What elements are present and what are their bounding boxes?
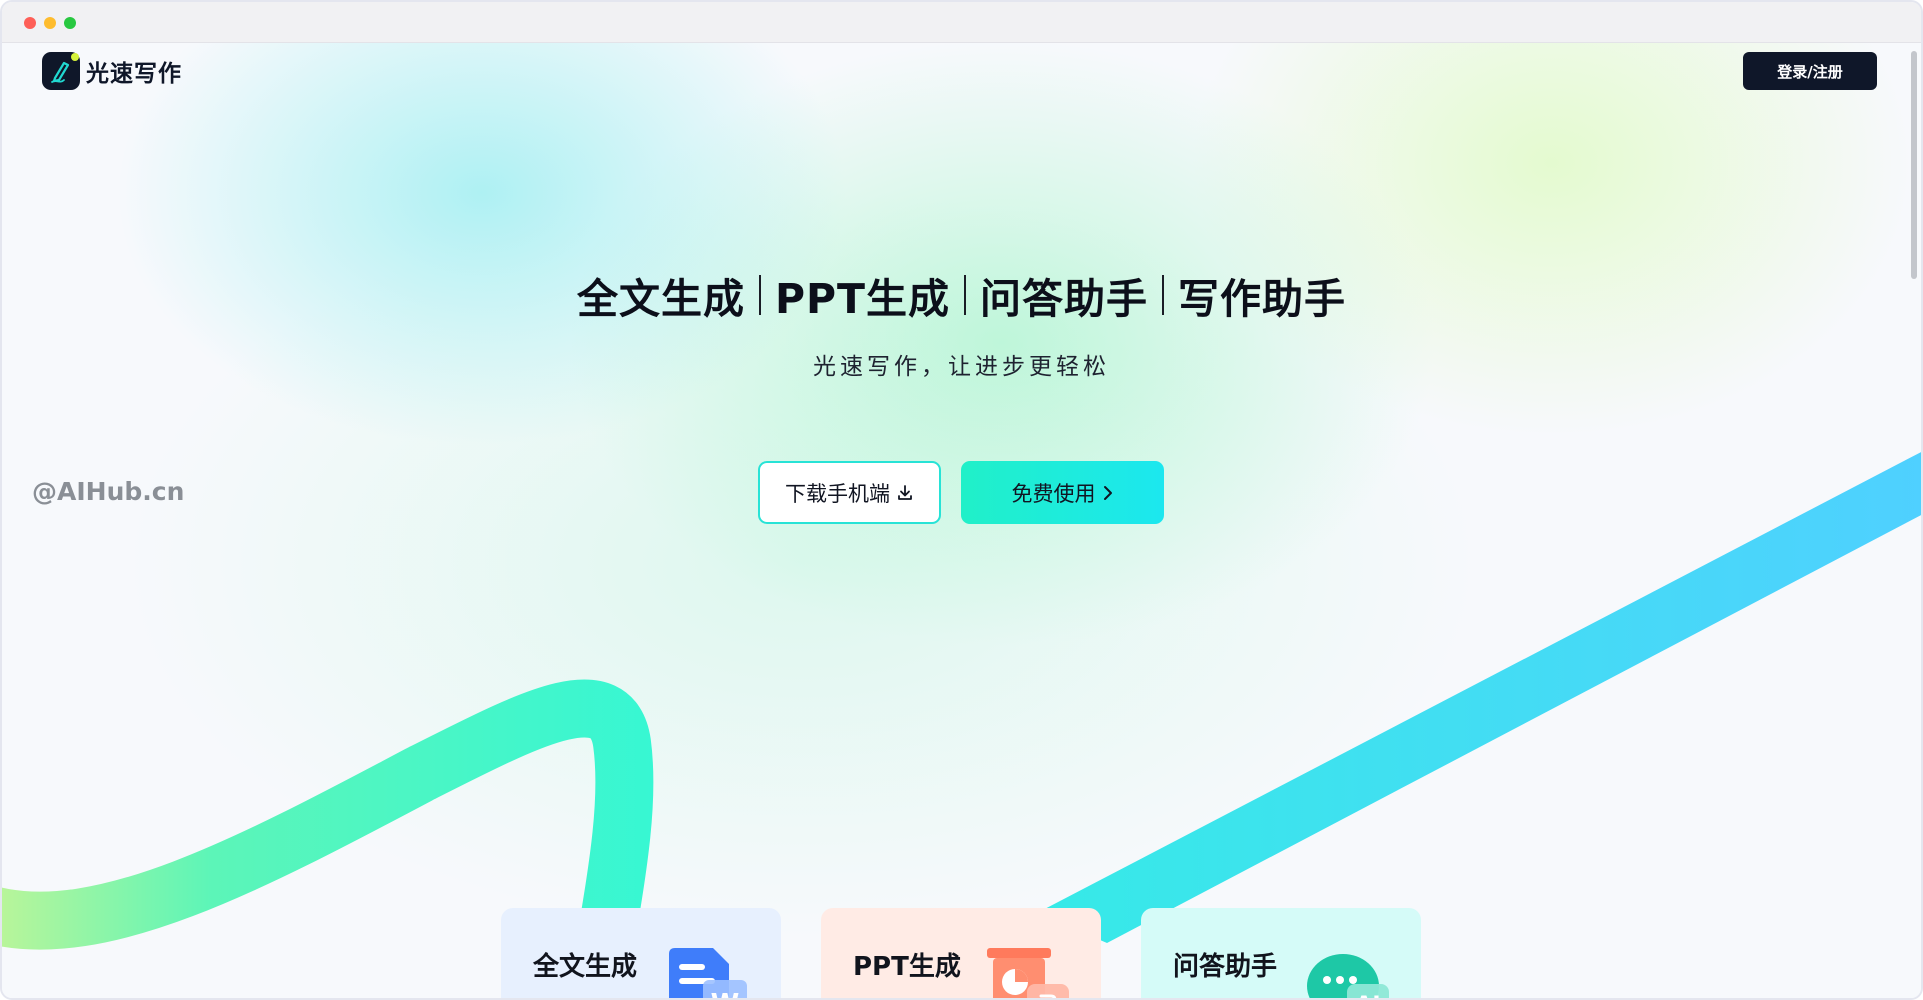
feature-card-qa[interactable]: 问答助手 AI bbox=[1141, 908, 1421, 998]
hero-title-writing: 写作助手 bbox=[1178, 275, 1347, 323]
svg-text:W: W bbox=[711, 989, 740, 998]
close-window-button[interactable] bbox=[24, 17, 36, 29]
download-mobile-label: 下载手机端 bbox=[785, 481, 890, 506]
browser-window: 光速写作 登录/注册 全文生成 PPT生成 问答助手 写作助手 光速写作，让进步… bbox=[0, 0, 1923, 1000]
hero-divider bbox=[1162, 275, 1165, 315]
hero-title-qa: 问答助手 bbox=[980, 275, 1149, 323]
presentation-chart-icon bbox=[987, 946, 1071, 998]
logo-accent-dot bbox=[71, 53, 79, 61]
hero-title-full-text: 全文生成 bbox=[576, 275, 745, 323]
card-title: 全文生成 bbox=[533, 952, 638, 982]
decorative-ribbons bbox=[2, 452, 1921, 968]
page-content: 光速写作 登录/注册 全文生成 PPT生成 问答助手 写作助手 光速写作，让进步… bbox=[2, 43, 1921, 998]
watermark: @AIHub.cn bbox=[32, 477, 185, 506]
hero-title-ppt: PPT生成 bbox=[774, 275, 951, 323]
feature-card-ppt[interactable]: PPT生成 bbox=[821, 908, 1101, 998]
scrollbar-thumb[interactable] bbox=[1911, 51, 1917, 279]
brand-logo[interactable]: 光速写作 bbox=[42, 52, 182, 90]
free-use-button[interactable]: 免费使用 bbox=[961, 461, 1164, 524]
hero-title: 全文生成 PPT生成 问答助手 写作助手 bbox=[2, 265, 1921, 325]
card-title: 问答助手 bbox=[1173, 952, 1278, 982]
download-icon bbox=[896, 484, 914, 502]
window-titlebar bbox=[2, 2, 1921, 43]
ai-chat-bubble-icon: AI bbox=[1307, 946, 1391, 998]
document-word-icon: W bbox=[667, 946, 751, 998]
download-mobile-button[interactable]: 下载手机端 bbox=[758, 461, 941, 524]
login-register-button[interactable]: 登录/注册 bbox=[1743, 52, 1877, 90]
free-use-label: 免费使用 bbox=[1011, 481, 1096, 506]
maximize-window-button[interactable] bbox=[64, 17, 76, 29]
hero-divider bbox=[758, 275, 761, 315]
hero-subtitle: 光速写作，让进步更轻松 bbox=[813, 354, 1110, 380]
pen-icon bbox=[42, 52, 80, 90]
logo-text: 光速写作 bbox=[86, 61, 182, 87]
feature-card-full-text[interactable]: 全文生成 W bbox=[501, 908, 781, 998]
card-title: PPT生成 bbox=[853, 952, 961, 982]
chevron-right-icon bbox=[1102, 484, 1114, 502]
hero-divider bbox=[964, 275, 967, 315]
svg-text:AI: AI bbox=[1355, 993, 1380, 998]
minimize-window-button[interactable] bbox=[44, 17, 56, 29]
blue-ribbon bbox=[1037, 452, 1921, 943]
